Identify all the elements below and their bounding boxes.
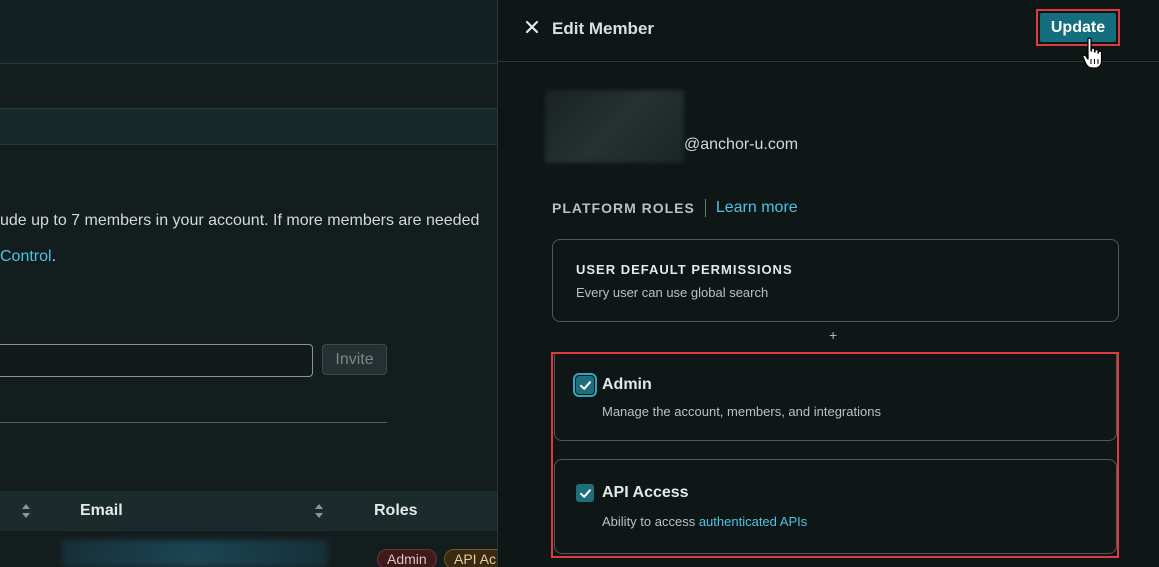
learn-more-link[interactable]: Learn more: [716, 199, 798, 217]
blurred-email: [62, 540, 328, 567]
access-control-link[interactable]: Control: [0, 248, 52, 265]
blurred-username: [545, 90, 684, 163]
access-control-text: Control.: [0, 248, 56, 266]
api-access-description-text: Ability to access: [602, 514, 699, 529]
roles-highlight: Admin Manage the account, members, and i…: [551, 352, 1119, 558]
drawer-header: Edit Member Update: [498, 0, 1159, 69]
invite-button[interactable]: Invite: [322, 344, 387, 375]
platform-roles-header: PLATFORM ROLES Learn more: [552, 199, 798, 217]
api-access-role-name: API Access: [602, 484, 689, 501]
invite-email-input[interactable]: [0, 344, 313, 377]
sort-icon[interactable]: [20, 501, 32, 521]
admin-role-badge: Admin: [377, 549, 437, 567]
roles-column-header[interactable]: Roles: [374, 502, 418, 520]
hand-cursor-icon: [1082, 37, 1104, 71]
background-topbar: [0, 0, 497, 64]
members-table-header: Email Roles: [0, 491, 497, 531]
plus-symbol: +: [829, 327, 838, 343]
default-permissions-description: Every user can use global search: [576, 285, 769, 300]
members-limit-text: ude up to 7 members in your account. If …: [0, 212, 480, 229]
admin-checkbox[interactable]: [573, 373, 597, 397]
admin-role-name: Admin: [602, 376, 652, 393]
check-icon: [579, 488, 591, 498]
api-access-role-description: Ability to access authenticated APIs: [602, 514, 807, 529]
authenticated-apis-link[interactable]: authenticated APIs: [699, 514, 807, 529]
divider: [0, 422, 387, 423]
drawer-title: Edit Member: [552, 19, 655, 38]
edit-member-drawer: Edit Member Update @anchor-u.com PLATFOR…: [497, 0, 1159, 567]
member-email: @anchor-u.com: [684, 136, 799, 153]
update-button[interactable]: Update: [1040, 13, 1116, 42]
platform-roles-label: PLATFORM ROLES: [552, 200, 695, 216]
background-page: ude up to 7 members in your account. If …: [0, 0, 497, 567]
api-access-role-badge: API Ac: [444, 549, 497, 567]
email-column-header[interactable]: Email: [80, 502, 123, 520]
api-access-role-card[interactable]: API Access Ability to access authenticat…: [554, 459, 1117, 554]
background-band: [0, 109, 497, 145]
separator: [704, 199, 706, 217]
default-permissions-title: USER DEFAULT PERMISSIONS: [576, 262, 793, 277]
admin-role-card[interactable]: Admin Manage the account, members, and i…: [554, 354, 1117, 441]
close-icon[interactable]: [524, 19, 540, 35]
check-icon: [579, 380, 591, 390]
period-text: .: [51, 248, 57, 265]
admin-role-description: Manage the account, members, and integra…: [602, 404, 881, 419]
api-access-checkbox[interactable]: [576, 484, 594, 502]
update-highlight: Update: [1036, 9, 1120, 46]
default-permissions-card: USER DEFAULT PERMISSIONS Every user can …: [552, 239, 1119, 322]
sort-icon[interactable]: [313, 501, 325, 521]
